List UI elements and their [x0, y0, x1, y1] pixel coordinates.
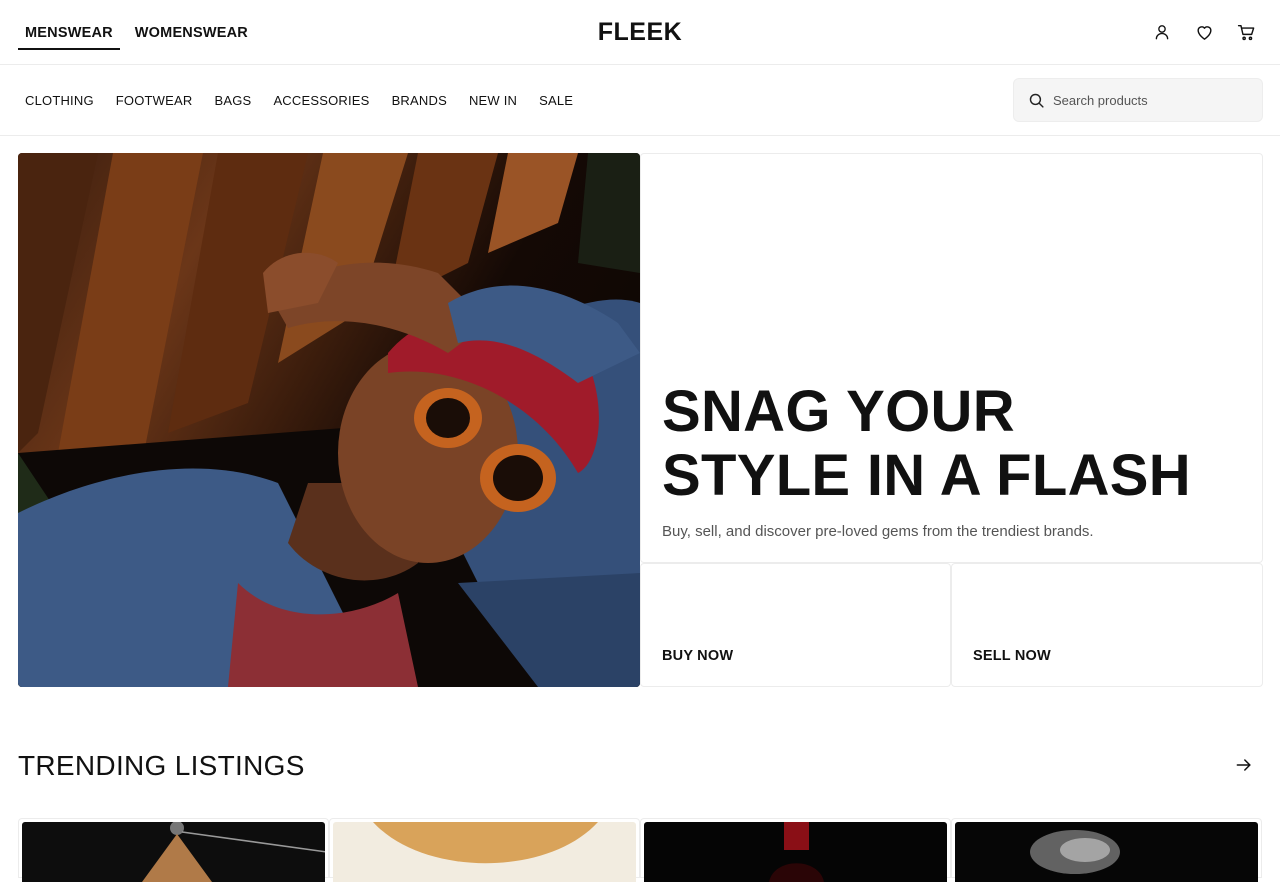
category-nav: CLOTHING FOOTWEAR BAGS ACCESSORIES BRAND… [0, 65, 1280, 136]
hero-title: SNAG YOUR STYLE IN A FLASH [662, 380, 1242, 508]
listing-image [644, 822, 947, 882]
search-box[interactable] [1013, 78, 1263, 122]
listing-card[interactable] [329, 818, 640, 882]
nav-brands[interactable]: BRANDS [392, 93, 447, 108]
header-actions [1150, 20, 1258, 44]
search-input[interactable] [1053, 92, 1243, 108]
nav-new-in[interactable]: NEW IN [469, 93, 517, 108]
trending-title: TRENDING LISTINGS [18, 750, 305, 781]
top-header: MENSWEAR WOMENSWEAR FLEEK [0, 0, 1280, 65]
buy-now-button[interactable]: BUY NOW [640, 563, 951, 687]
hero-title-line-2: STYLE IN A FLASH [662, 443, 1191, 508]
hero-panel: SNAG YOUR STYLE IN A FLASH Buy, sell, an… [640, 153, 1263, 563]
cart-icon[interactable] [1234, 20, 1258, 44]
heart-icon[interactable] [1192, 20, 1216, 44]
sell-now-button[interactable]: SELL NOW [951, 563, 1263, 687]
trending-listings [18, 818, 1263, 882]
listing-card[interactable] [640, 818, 951, 882]
hero-title-line-1: SNAG YOUR [662, 379, 1015, 444]
nav-footwear[interactable]: FOOTWEAR [116, 93, 193, 108]
site-logo[interactable]: FLEEK [0, 18, 1280, 47]
listing-image [333, 822, 636, 882]
listing-image [22, 822, 325, 882]
arrow-right-icon[interactable] [1234, 755, 1256, 777]
user-icon[interactable] [1150, 20, 1174, 44]
category-links: CLOTHING FOOTWEAR BAGS ACCESSORIES BRAND… [25, 65, 595, 136]
buy-now-label: BUY NOW [662, 648, 734, 664]
search-icon [1029, 93, 1044, 108]
nav-clothing[interactable]: CLOTHING [25, 93, 94, 108]
nav-accessories[interactable]: ACCESSORIES [273, 93, 369, 108]
hero-image [18, 153, 640, 687]
sell-now-label: SELL NOW [973, 648, 1051, 664]
listing-card[interactable] [951, 818, 1262, 882]
listing-image [955, 822, 1258, 882]
nav-sale[interactable]: SALE [539, 93, 573, 108]
listing-card[interactable] [18, 818, 329, 882]
nav-bags[interactable]: BAGS [215, 93, 252, 108]
hero-subtitle: Buy, sell, and discover pre-loved gems f… [662, 523, 1094, 540]
